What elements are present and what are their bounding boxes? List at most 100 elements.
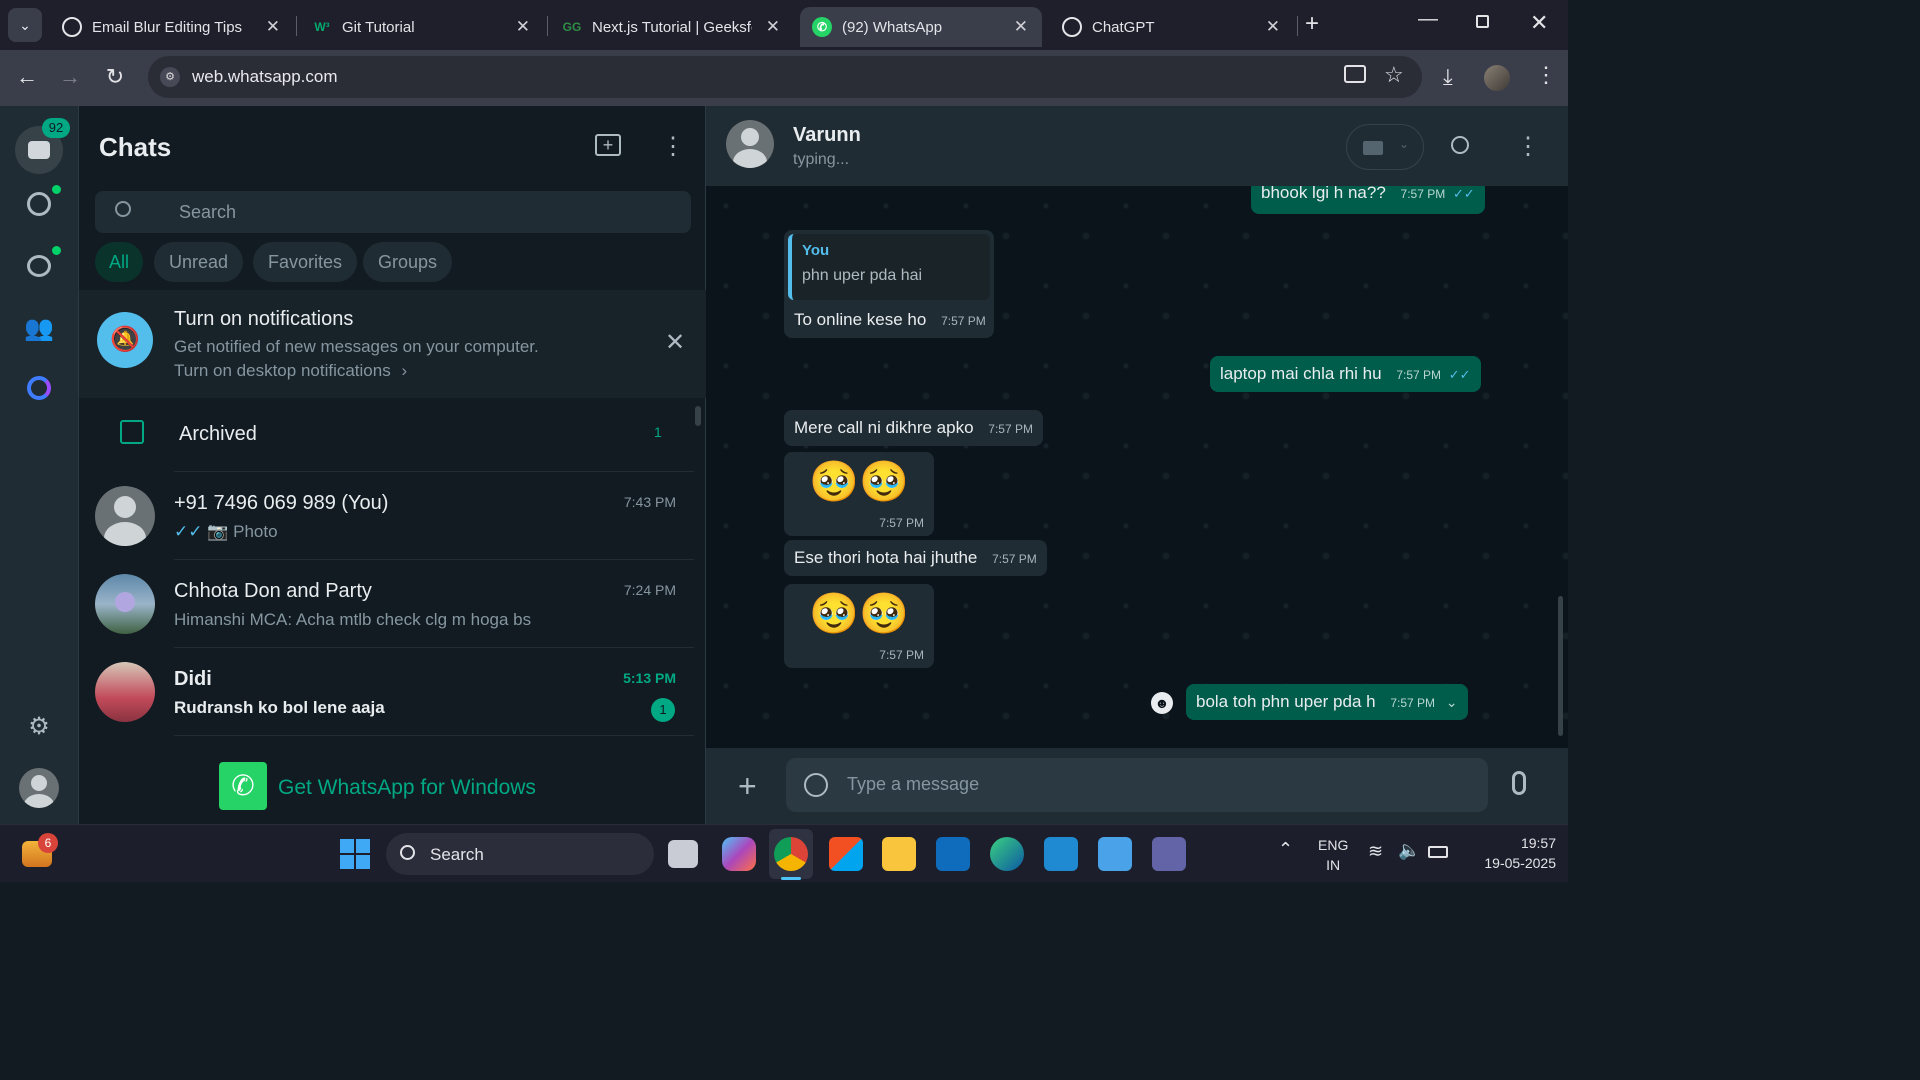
close-icon[interactable]: ✕ [766, 17, 780, 37]
gfg-icon: GG [562, 20, 582, 34]
tab-chatgpt[interactable]: ChatGPT ✕ [1050, 7, 1294, 47]
copilot-icon[interactable] [722, 837, 756, 871]
file-explorer-icon[interactable] [882, 837, 916, 871]
message-outgoing[interactable]: bola toh phn uper pda h 7:57 PM ⌄ [1186, 684, 1468, 720]
install-app-icon[interactable] [1344, 65, 1366, 83]
vscode-icon[interactable] [1044, 837, 1078, 871]
search-icon [115, 201, 131, 217]
tab-whatsapp[interactable]: ✆ (92) WhatsApp ✕ [800, 7, 1042, 47]
emoji-icon[interactable] [804, 773, 828, 797]
teams-icon[interactable] [1152, 837, 1186, 871]
volume-icon[interactable]: 🔈 [1398, 840, 1420, 861]
openai-icon [1062, 17, 1082, 37]
new-chat-icon[interactable]: + [595, 134, 621, 156]
reload-button[interactable]: ↻ [101, 64, 129, 90]
communities-icon[interactable]: 👥 [21, 310, 57, 346]
tab-label: Email Blur Editing Tips [92, 18, 243, 36]
download-icon[interactable]: ⤓ [1443, 64, 1453, 90]
chat-row-group[interactable]: Chhota Don and Party Himanshi MCA: Acha … [79, 560, 706, 648]
message-emoji: 🥹🥹 [809, 592, 909, 636]
store-icon[interactable] [829, 837, 863, 871]
profile-avatar[interactable] [19, 768, 59, 808]
contact-avatar[interactable] [726, 120, 774, 168]
conversation-header[interactable]: Varunn typing... ⌄ ⋮ [706, 106, 1568, 186]
react-emoji-icon[interactable]: ☻ [1151, 692, 1173, 714]
tab-email-blur[interactable]: Email Blur Editing Tips ✕ [50, 7, 294, 47]
tab-label: Next.js Tutorial | Geeksfo [592, 18, 752, 36]
search-icon[interactable] [1451, 136, 1469, 154]
task-view-icon[interactable] [668, 840, 698, 868]
quote-text: phn uper pda hai [802, 267, 923, 284]
message-list: bhook lgi h na?? 7:57 PM ✓✓ You phn uper… [706, 186, 1568, 748]
wifi-icon[interactable]: ≋ [1368, 841, 1383, 862]
message-time: 7:57 PM [1396, 368, 1442, 382]
clock[interactable]: 19:57 19-05-2025 [1466, 833, 1556, 873]
quoted-message[interactable]: You phn uper pda hai [788, 234, 990, 300]
message-incoming[interactable]: Mere call ni dikhre apko 7:57 PM [784, 410, 1043, 446]
tab-search-button[interactable]: ⌄ [8, 8, 42, 42]
profile-avatar[interactable] [1484, 65, 1510, 91]
filter-favorites[interactable]: Favorites [253, 242, 358, 282]
restore-button[interactable] [1476, 15, 1489, 28]
close-icon[interactable]: ✕ [266, 17, 280, 37]
taskbar-search-placeholder: Search [430, 845, 484, 864]
archived-label: Archived [179, 423, 257, 445]
new-tab-button[interactable]: + [1305, 10, 1319, 38]
address-bar[interactable]: ⚙ web.whatsapp.com ☆ [148, 56, 1422, 98]
channels-icon[interactable] [21, 248, 57, 284]
message-input[interactable]: Type a message [786, 758, 1488, 812]
openai-icon [62, 17, 82, 37]
tab-nextjs[interactable]: GG Next.js Tutorial | Geeksfo ✕ [550, 7, 794, 47]
chat-preview: Rudransh ko bol lene aaja [174, 698, 385, 717]
filter-unread[interactable]: Unread [154, 242, 244, 282]
close-icon[interactable]: ✕ [1014, 17, 1028, 37]
close-icon[interactable]: ✕ [516, 17, 530, 37]
close-window-button[interactable]: ✕ [1530, 10, 1548, 36]
menu-icon[interactable]: ⋮ [661, 132, 685, 161]
scrollbar[interactable] [695, 406, 701, 426]
edge-icon[interactable] [990, 837, 1024, 871]
menu-icon[interactable]: ⋮ [1516, 132, 1540, 161]
site-info-icon[interactable]: ⚙ [160, 67, 180, 87]
tab-git-tutorial[interactable]: W³ Git Tutorial ✕ [300, 7, 544, 47]
show-hidden-icons-chevron-up-icon[interactable]: ⌃ [1278, 839, 1293, 860]
meta-ai-icon[interactable] [21, 370, 57, 406]
language-indicator[interactable]: ENG IN [1318, 835, 1348, 875]
scrollbar[interactable] [1558, 596, 1563, 736]
forward-button[interactable]: → [56, 64, 84, 90]
back-button[interactable]: ← [13, 64, 41, 90]
message-incoming[interactable]: 🥹🥹 7:57 PM [784, 452, 934, 536]
attach-plus-icon[interactable]: + [738, 768, 757, 805]
archived-row[interactable]: Archived 1 [79, 402, 706, 472]
notepad-icon[interactable] [1098, 837, 1132, 871]
microphone-icon[interactable] [1512, 771, 1526, 795]
message-outgoing[interactable]: bhook lgi h na?? 7:57 PM ✓✓ [1251, 186, 1485, 214]
battery-icon[interactable] [1428, 846, 1448, 858]
browser-menu-icon[interactable]: ⋮ [1535, 62, 1557, 88]
message-incoming[interactable]: 🥹🥹 7:57 PM [784, 584, 934, 668]
video-call-button[interactable]: ⌄ [1346, 124, 1424, 170]
message-text: To online kese ho [794, 310, 927, 329]
taskbar-search[interactable]: Search [386, 833, 654, 875]
message-incoming[interactable]: Ese thori hota hai jhuthe 7:57 PM [784, 540, 1047, 576]
bookmark-star-icon[interactable]: ☆ [1384, 62, 1404, 88]
settings-gear-icon[interactable]: ⚙ [21, 708, 57, 744]
start-windows-icon[interactable] [340, 839, 370, 869]
archive-icon [120, 420, 144, 444]
filter-all[interactable]: All [95, 242, 143, 282]
url-text[interactable]: web.whatsapp.com [192, 67, 338, 87]
video-camera-icon [1363, 141, 1383, 155]
outlook-icon[interactable] [936, 837, 970, 871]
chat-row-didi[interactable]: Didi Rudransh ko bol lene aaja 5:13 PM 1 [79, 648, 706, 736]
minimize-button[interactable]: — [1418, 8, 1438, 31]
close-icon[interactable]: ✕ [665, 328, 685, 357]
message-incoming[interactable]: You phn uper pda hai To online kese ho 7… [784, 230, 994, 338]
close-icon[interactable]: ✕ [1266, 17, 1280, 37]
message-outgoing[interactable]: laptop mai chla rhi hu 7:57 PM ✓✓ [1210, 356, 1481, 392]
chevron-down-icon[interactable]: ⌄ [1446, 694, 1458, 710]
search-input[interactable]: Search [95, 191, 691, 233]
enable-notifications-link[interactable]: Turn on desktop notifications › [174, 361, 407, 381]
chrome-icon[interactable] [774, 837, 808, 871]
filter-groups[interactable]: Groups [363, 242, 453, 282]
chat-row-self[interactable]: +91 7496 069 989 (You) ✓✓ 📷 Photo 7:43 P… [79, 472, 706, 560]
